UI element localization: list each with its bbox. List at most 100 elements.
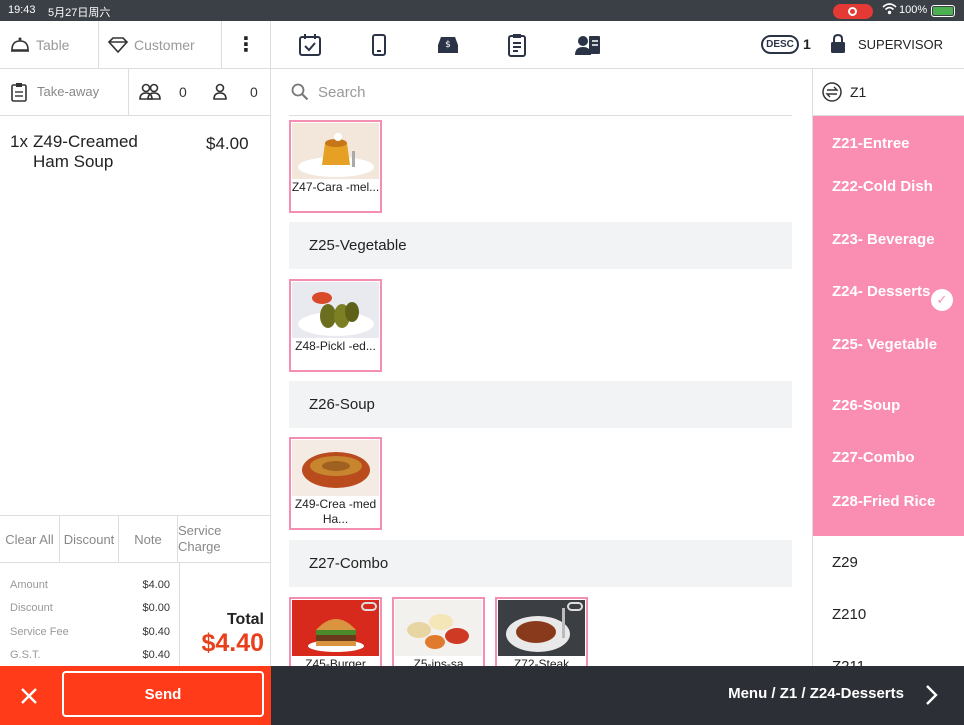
bottom-bar: Send Menu / Z1 / Z24-Desserts bbox=[0, 666, 964, 725]
service-charge-label: Service Charge bbox=[178, 523, 222, 554]
line-name: Z49-Creamed Ham Soup bbox=[33, 132, 138, 171]
breadcrumb: Menu / Z1 / Z24-Desserts bbox=[728, 685, 904, 702]
person-count[interactable]: 0 bbox=[250, 84, 258, 100]
svg-text:$: $ bbox=[445, 40, 451, 50]
table-label: Table bbox=[36, 36, 70, 53]
search-icon bbox=[291, 83, 309, 101]
desc-label: DESC bbox=[766, 39, 794, 50]
clear-all-button[interactable]: Clear All bbox=[0, 516, 60, 562]
menu-item-caption: Z5-ips-sa bbox=[413, 657, 464, 666]
swap-icon bbox=[822, 82, 842, 102]
menu-panel: Search Z47-Cara -mel... Z25-Vegetable Z4… bbox=[271, 69, 812, 666]
close-icon bbox=[20, 687, 37, 704]
caramel-dessert-image bbox=[292, 123, 379, 179]
user-role[interactable]: SUPERVISOR bbox=[858, 37, 943, 52]
order-actions: Clear All Discount Note Service Charge bbox=[0, 515, 270, 563]
category-item[interactable]: Z23- Beverage bbox=[832, 231, 942, 249]
total-column: Total $4.40 bbox=[179, 563, 270, 666]
date: 5月27日周六 bbox=[48, 7, 111, 19]
menu-item-tile[interactable]: Z49-Crea -med Ha... bbox=[289, 437, 382, 530]
category-item-active[interactable]: Z24- Desserts bbox=[832, 283, 942, 301]
summary-gst: G.S.T. $0.40 bbox=[10, 649, 170, 661]
category-item[interactable]: Z29 bbox=[832, 554, 858, 571]
category-item[interactable]: Z26-Soup bbox=[832, 397, 942, 415]
dips-image bbox=[395, 600, 482, 656]
combo-item-tile[interactable]: Z72-Steak bbox=[495, 597, 588, 666]
receipt-icon bbox=[11, 83, 27, 102]
discount-button[interactable]: Discount bbox=[60, 516, 119, 562]
menu-item-tile[interactable]: Z47-Cara -mel... bbox=[289, 120, 382, 213]
bell-icon bbox=[11, 37, 29, 52]
category-group-label: Z1 bbox=[850, 84, 867, 100]
more-menu-icon[interactable]: ⋮ bbox=[236, 21, 256, 68]
lock-icon bbox=[831, 34, 845, 53]
section-header: Z25-Vegetable bbox=[289, 222, 792, 269]
category-item[interactable]: Z27-Combo bbox=[832, 449, 942, 467]
customer-label: Customer bbox=[134, 36, 195, 53]
order-type-bar: Take-away 0 0 bbox=[0, 69, 270, 116]
selected-categories: Z21-Entree Z22-Cold Dish Z23- Beverage Z… bbox=[813, 116, 964, 536]
category-item[interactable]: Z21-Entree bbox=[832, 135, 942, 153]
order-panel: Take-away 0 0 1x Z49-Creamed Ham Soup $4… bbox=[0, 69, 271, 666]
customer-button[interactable]: Customer bbox=[108, 21, 220, 68]
menu-item-caption: Z48-Pickl -ed... bbox=[295, 339, 376, 353]
calendar-check-icon[interactable] bbox=[297, 32, 323, 58]
record-icon bbox=[833, 4, 873, 19]
status-bar: 19:43 5月27日周六 100% bbox=[0, 0, 964, 21]
diamond-icon bbox=[108, 36, 128, 53]
category-item[interactable]: Z210 bbox=[832, 606, 866, 623]
menu-item-caption: Z72-Steak bbox=[513, 657, 570, 666]
desc-count: 1 bbox=[803, 36, 811, 52]
order-summary: Amount $4.00 Discount $0.00 Service Fee $0.… bbox=[0, 563, 270, 666]
service-charge-button[interactable]: Service Charge bbox=[178, 516, 270, 562]
mobile-icon[interactable] bbox=[366, 32, 392, 58]
category-item[interactable]: Z28-Fried Rice bbox=[832, 493, 942, 511]
category-item[interactable]: Z25- Vegetable bbox=[832, 336, 942, 354]
category-item[interactable]: Z211 bbox=[832, 658, 865, 666]
line-qty: 1x bbox=[10, 132, 28, 151]
table-button[interactable]: Table bbox=[10, 21, 98, 68]
total-amount: $4.40 bbox=[201, 629, 264, 657]
order-type-label[interactable]: Take-away bbox=[37, 84, 99, 99]
clock: 19:43 bbox=[8, 4, 36, 16]
close-button[interactable] bbox=[0, 666, 57, 725]
user-card-icon[interactable] bbox=[575, 32, 601, 58]
top-toolbar: Table Customer ⋮ $ DESC 1 SUPERVISOR bbox=[0, 21, 964, 69]
guests-icon bbox=[139, 83, 161, 100]
summary-discount: Discount $0.00 bbox=[10, 602, 170, 614]
desc-sort-button[interactable]: DESC bbox=[761, 35, 799, 54]
send-area: Send bbox=[57, 666, 271, 725]
checkmark-icon: ✓ bbox=[931, 289, 953, 311]
section-header: Z26-Soup bbox=[289, 381, 792, 428]
search-bar[interactable]: Search bbox=[289, 69, 792, 116]
clipboard-icon[interactable] bbox=[504, 32, 530, 58]
category-header[interactable]: Z1 bbox=[813, 69, 964, 116]
section-header: Z27-Combo bbox=[289, 540, 792, 587]
chevron-right-icon[interactable] bbox=[924, 684, 938, 706]
category-panel: Z1 Z21-Entree Z22-Cold Dish Z23- Beverag… bbox=[812, 69, 964, 666]
menu-item-tile[interactable]: Z48-Pickl -ed... bbox=[289, 279, 382, 372]
menu-item-caption: Z47-Cara -mel... bbox=[291, 180, 380, 194]
category-item[interactable]: Z22-Cold Dish bbox=[832, 178, 942, 196]
guest-count[interactable]: 0 bbox=[179, 84, 187, 100]
total-label: Total bbox=[226, 611, 264, 628]
line-price: $4.00 bbox=[206, 134, 249, 153]
link-icon bbox=[567, 602, 583, 611]
send-button[interactable]: Send bbox=[62, 671, 264, 717]
note-button[interactable]: Note bbox=[119, 516, 178, 562]
menu-item-caption: Z45-Burger bbox=[305, 657, 366, 666]
pickles-image bbox=[292, 282, 379, 338]
soup-image bbox=[292, 440, 379, 496]
person-icon bbox=[213, 83, 227, 100]
menu-item-caption: Z49-Crea -med Ha... bbox=[294, 497, 377, 526]
combo-item-tile[interactable]: Z5-ips-sa bbox=[392, 597, 485, 666]
summary-service-fee: Service Fee $0.40 bbox=[10, 626, 170, 638]
cash-drawer-icon[interactable]: $ bbox=[435, 32, 461, 58]
battery-icon bbox=[931, 5, 955, 17]
battery-percent: 100% bbox=[899, 4, 928, 16]
search-input[interactable]: Search bbox=[318, 84, 366, 101]
link-icon bbox=[361, 602, 377, 611]
summary-amount: Amount $4.00 bbox=[10, 579, 170, 591]
combo-item-tile[interactable]: Z45-Burger bbox=[289, 597, 382, 666]
wifi-icon bbox=[882, 3, 897, 15]
